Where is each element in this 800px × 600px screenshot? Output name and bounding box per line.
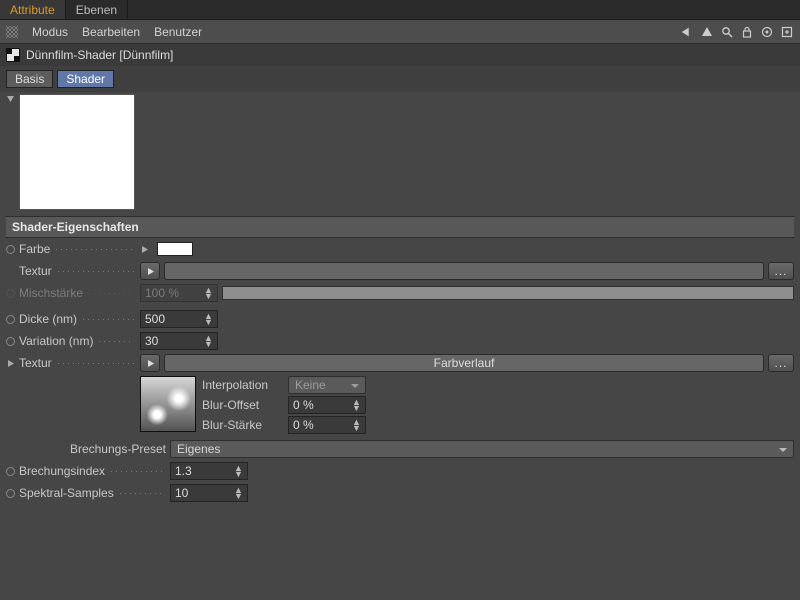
texture-more-button-1[interactable]: ... [768,262,794,280]
grip-icon [6,26,18,38]
search-icon[interactable] [720,25,734,39]
chevron-right-icon[interactable] [6,359,15,368]
variation-value: 30 [145,334,158,348]
interpolation-value: Keine [295,378,326,392]
label-textur-2: Textur [19,356,52,370]
variation-field[interactable]: 30 ▲▼ [140,332,218,350]
color-swatch[interactable] [157,242,193,256]
anim-dot-icon[interactable] [6,245,15,254]
nav-up-icon[interactable] [700,25,714,39]
chevron-down-icon[interactable] [6,94,15,103]
tab-ebenen[interactable]: Ebenen [66,0,128,19]
brechungsindex-field[interactable]: 1.3 ▲▼ [170,462,248,480]
dicke-field[interactable]: 500 ▲▼ [140,310,218,328]
blur-offset-value: 0 % [293,398,314,412]
blur-staerke-field[interactable]: 0 % ▲▼ [288,416,366,434]
tab-bar: Attribute Ebenen [0,0,800,20]
texture-thumbnail[interactable] [140,376,196,432]
spektral-samples-value: 10 [175,486,188,500]
label-dicke: Dicke (nm) [19,312,77,326]
new-panel-icon[interactable] [780,25,794,39]
anim-dot-icon[interactable] [6,467,15,476]
target-icon[interactable] [760,25,774,39]
lock-icon[interactable] [740,25,754,39]
texture-slot-2[interactable]: Farbverlauf [164,354,764,372]
shader-icon [6,48,20,62]
texture-slot-1[interactable] [164,262,764,280]
anim-dot-icon [6,289,15,298]
blur-staerke-value: 0 % [293,418,314,432]
subtab-shader[interactable]: Shader [57,70,114,88]
dicke-value: 500 [145,312,165,326]
chevron-right-icon[interactable] [140,245,149,254]
anim-dot-icon[interactable] [6,489,15,498]
object-title-bar: Dünnfilm-Shader [Dünnfilm] [0,44,800,66]
menu-bar: Modus Bearbeiten Benutzer [0,20,800,44]
interpolation-select[interactable]: Keine [288,376,366,394]
brechungs-preset-select[interactable]: Eigenes [170,440,794,458]
mischstaerke-field: 100 % ▲▼ [140,284,218,302]
mischstaerke-slider [222,286,794,300]
texture-more-button-2[interactable]: ... [768,354,794,372]
label-brechungs-preset: Brechungs-Preset [6,442,166,456]
subtab-basis[interactable]: Basis [6,70,53,88]
anim-dot-icon[interactable] [6,315,15,324]
blur-offset-field[interactable]: 0 % ▲▼ [288,396,366,414]
shader-preview[interactable] [19,94,135,210]
label-blur-staerke: Blur-Stärke [202,418,284,432]
section-header: Shader-Eigenschaften [6,216,794,238]
label-variation: Variation (nm) [19,334,93,348]
label-farbe: Farbe [19,242,50,256]
nav-back-icon[interactable] [680,25,694,39]
tab-attribute[interactable]: Attribute [0,0,66,19]
sub-tab-bar: Basis Shader [0,66,800,92]
menu-benutzer[interactable]: Benutzer [154,25,202,39]
label-interpolation: Interpolation [202,378,284,392]
label-textur-1: Textur [19,264,52,278]
label-blur-offset: Blur-Offset [202,398,284,412]
menu-bearbeiten[interactable]: Bearbeiten [82,25,140,39]
mischstaerke-value: 100 % [145,286,179,300]
menu-modus[interactable]: Modus [32,25,68,39]
label-spektral-samples: Spektral-Samples [19,486,114,500]
texture-picker-button[interactable] [140,262,160,280]
brechungs-preset-value: Eigenes [177,442,220,456]
brechungsindex-value: 1.3 [175,464,192,478]
texture-picker-button-2[interactable] [140,354,160,372]
label-mischstaerke: Mischstärke [19,286,83,300]
label-brechungsindex: Brechungsindex [19,464,105,478]
anim-dot-icon[interactable] [6,337,15,346]
object-title: Dünnfilm-Shader [Dünnfilm] [26,48,173,62]
spektral-samples-field[interactable]: 10 ▲▼ [170,484,248,502]
